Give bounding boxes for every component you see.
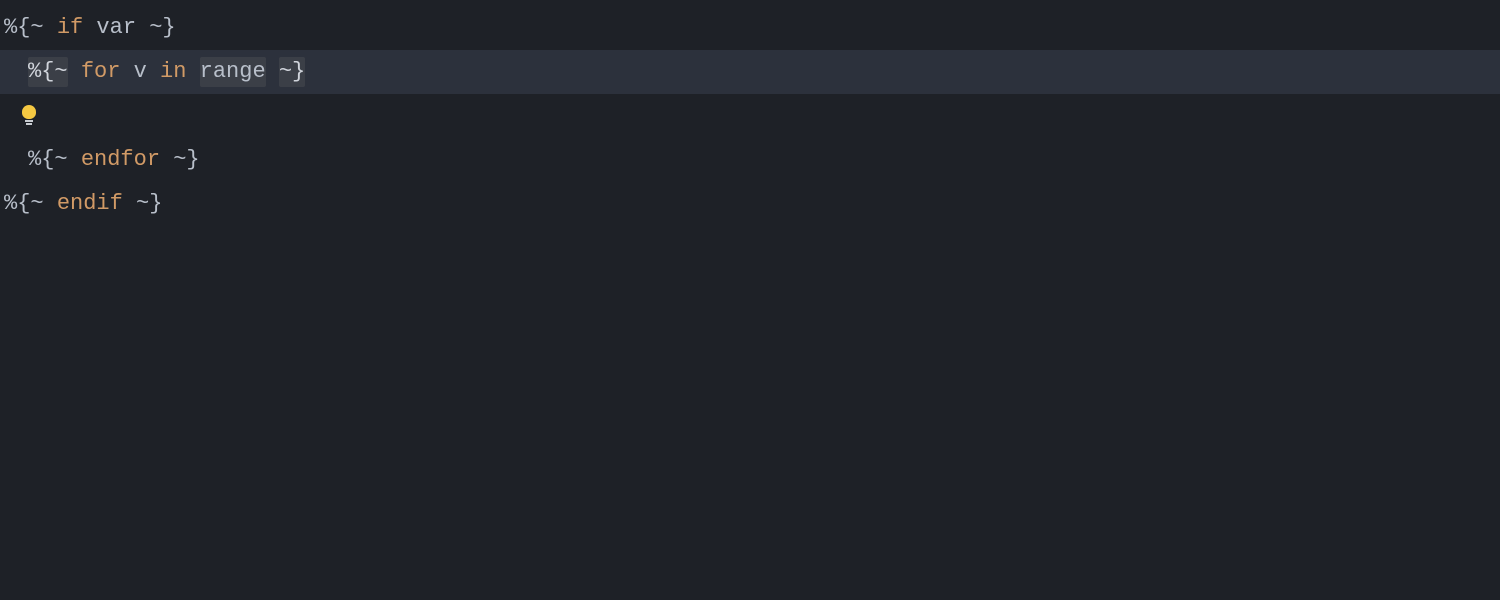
keyword-for: for bbox=[81, 57, 121, 88]
template-delimiter-close: ~} bbox=[149, 13, 175, 44]
template-delimiter-close: ~} bbox=[279, 57, 305, 88]
space bbox=[68, 57, 81, 88]
space bbox=[186, 57, 199, 88]
space bbox=[83, 13, 96, 44]
keyword-if: if bbox=[57, 13, 83, 44]
identifier-v: v bbox=[134, 57, 147, 88]
template-delimiter-open: %{~ bbox=[4, 13, 44, 44]
template-delimiter-open: %{~ bbox=[4, 189, 44, 220]
space bbox=[120, 57, 133, 88]
template-delimiter-close: ~} bbox=[173, 145, 199, 176]
space bbox=[68, 145, 81, 176]
template-delimiter-close: ~} bbox=[136, 189, 162, 220]
code-line-active[interactable]: %{~ for v in range ~} bbox=[0, 50, 1500, 94]
code-line[interactable]: %{~ if var ~} bbox=[0, 6, 1500, 50]
space bbox=[266, 57, 279, 88]
template-delimiter-open: %{~ bbox=[28, 145, 68, 176]
template-delimiter-open: %{~ bbox=[28, 57, 68, 88]
code-editor[interactable]: %{~ if var ~} %{~ for v in range ~} %{~ … bbox=[0, 0, 1500, 600]
space bbox=[123, 189, 136, 220]
code-line[interactable] bbox=[0, 94, 1500, 138]
keyword-endfor: endfor bbox=[81, 145, 160, 176]
space bbox=[136, 13, 149, 44]
code-line[interactable]: %{~ endif ~} bbox=[0, 182, 1500, 226]
keyword-endif: endif bbox=[57, 189, 123, 220]
code-line[interactable]: %{~ endfor ~} bbox=[0, 138, 1500, 182]
identifier-range: range bbox=[200, 57, 266, 88]
space bbox=[44, 189, 57, 220]
identifier-var: var bbox=[96, 13, 136, 44]
keyword-in: in bbox=[160, 57, 186, 88]
lightbulb-icon[interactable] bbox=[20, 105, 38, 127]
space bbox=[160, 145, 173, 176]
space bbox=[44, 13, 57, 44]
space bbox=[147, 57, 160, 88]
